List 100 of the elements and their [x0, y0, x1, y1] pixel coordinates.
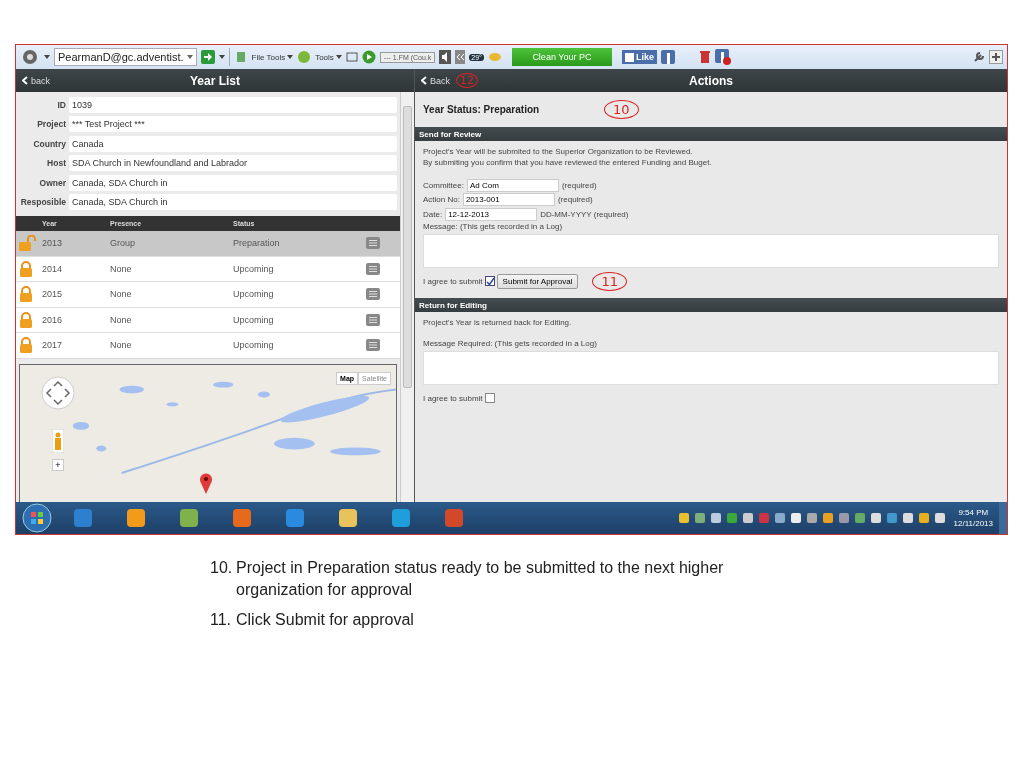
- agree-label: I agree to submit: [423, 276, 483, 286]
- field-value: Canada, SDA Church in: [69, 174, 397, 191]
- message-field[interactable]: [423, 234, 999, 268]
- caret-icon: [335, 54, 342, 60]
- caret-icon: [186, 54, 193, 60]
- input-label: Action No:: [423, 195, 460, 205]
- input-label: Date:: [423, 209, 443, 219]
- table-cell-text: Upcoming: [233, 289, 275, 300]
- tray-icon[interactable]: [790, 513, 801, 523]
- hint-text: (required): [557, 195, 593, 205]
- table-cell-text: Upcoming: [233, 314, 275, 325]
- rewind-icon[interactable]: [455, 50, 466, 64]
- table-cell-text: None: [110, 289, 133, 300]
- tray-icon[interactable]: [742, 513, 753, 523]
- chevron-left-icon: [22, 76, 28, 85]
- window-icon[interactable]: [345, 51, 358, 63]
- message-label: Message: (This gets recorded in a Log): [423, 221, 564, 232]
- field-label: Country: [32, 138, 67, 149]
- list-number: 10.: [210, 558, 234, 578]
- account-dropdown[interactable]: PearmanD@gc.adventist.: [54, 48, 197, 66]
- field-label: Owner: [38, 177, 67, 188]
- tray-icon[interactable]: [870, 513, 881, 523]
- tray-icon[interactable]: [902, 513, 913, 523]
- section-header: Send for Review: [415, 127, 1007, 141]
- clock-time[interactable]: 9:54 PM: [958, 507, 989, 518]
- menu-icon[interactable]: [366, 339, 380, 352]
- hint-text: (required): [561, 180, 597, 190]
- description-text: Project's Year is returned back for Editing.: [423, 318, 573, 329]
- field-label: ID: [56, 99, 67, 110]
- table-cell-text: 2014: [42, 263, 64, 274]
- input-field[interactable]: Ad Com: [466, 178, 559, 192]
- caret-icon: [287, 54, 294, 60]
- menu-icon[interactable]: [366, 262, 380, 275]
- person-figure-icon[interactable]: [52, 428, 64, 453]
- caret-icon[interactable]: [44, 54, 50, 60]
- message-label: Message Required: (This gets recorded in a Log): [423, 338, 598, 349]
- clock-date[interactable]: 12/11/2013: [953, 518, 993, 529]
- agree-label: I agree to submit: [423, 393, 483, 403]
- year-row[interactable]: 2013 Group Preparation: [16, 231, 400, 257]
- year-row[interactable]: 2017 None Upcoming: [16, 333, 400, 359]
- message-field[interactable]: [423, 351, 999, 385]
- list-number: 11.: [210, 610, 233, 630]
- scrollbar[interactable]: [400, 92, 414, 502]
- field-label: Project: [36, 119, 67, 130]
- menu-icon[interactable]: [366, 288, 380, 301]
- submit-button[interactable]: Submit for Approval: [496, 273, 579, 289]
- tray-icon[interactable]: [822, 513, 833, 523]
- pane-title: Year List: [190, 73, 240, 88]
- menu-icon[interactable]: [366, 237, 380, 250]
- field-value: Canada, SDA Church in: [69, 194, 397, 211]
- note-text: Click Submit for approval: [236, 610, 414, 630]
- pan-control-icon[interactable]: [41, 375, 75, 410]
- speaker-icon[interactable]: [439, 50, 452, 64]
- tray-icon[interactable]: [678, 513, 689, 523]
- description-text: By submiting you confirm that you have reviewed the entered Funding and Buget.: [423, 157, 713, 168]
- tray-icon[interactable]: [838, 513, 849, 523]
- arrow-button-icon[interactable]: [200, 50, 215, 64]
- play-icon[interactable]: [361, 50, 376, 64]
- check-icon: [485, 276, 494, 286]
- trash-icon[interactable]: [698, 50, 711, 64]
- back-button[interactable]: back: [22, 75, 50, 86]
- caret-icon[interactable]: [218, 54, 225, 60]
- start-orb-icon[interactable]: [22, 503, 52, 533]
- input-label: Committee:: [423, 180, 464, 190]
- field-value: Canada: [69, 135, 397, 152]
- back-button[interactable]: Back: [421, 75, 450, 86]
- tray-icon[interactable]: [934, 513, 945, 523]
- year-row[interactable]: 2016 None Upcoming: [16, 307, 400, 333]
- tray-icon[interactable]: [710, 513, 721, 523]
- table-cell-text: Group: [110, 238, 136, 249]
- table-cell-text: 2013: [42, 238, 64, 249]
- toolbar-menu[interactable]: File Tools: [251, 52, 294, 62]
- chevron-left-icon: [421, 76, 427, 85]
- input-field[interactable]: 2013-001: [462, 193, 555, 207]
- tray-icon[interactable]: [806, 513, 817, 523]
- toolbar-menu[interactable]: Tools: [315, 52, 342, 62]
- year-status-title: Year Status: Preparation: [423, 104, 541, 115]
- menu-icon[interactable]: [366, 313, 380, 326]
- tray-icon[interactable]: [774, 513, 785, 523]
- input-field[interactable]: 12-12-2013: [445, 207, 538, 221]
- year-row[interactable]: 2015 None Upcoming: [16, 282, 400, 308]
- table-cell-text: None: [110, 340, 133, 351]
- like-button[interactable]: Like: [621, 50, 657, 64]
- tray-icon[interactable]: [918, 513, 929, 523]
- field-label: Host: [46, 158, 67, 169]
- field-value: SDA Church in Newfoundland and Labrador: [69, 155, 397, 172]
- notification-icon[interactable]: [714, 49, 731, 65]
- tray-icon[interactable]: [694, 513, 705, 523]
- table-cell-text: Upcoming: [233, 263, 275, 274]
- agree-checkbox[interactable]: [484, 276, 495, 286]
- add-icon[interactable]: [989, 50, 1003, 64]
- agree-checkbox[interactable]: [484, 393, 495, 403]
- year-row[interactable]: 2014 None Upcoming: [16, 256, 400, 282]
- wrench-icon[interactable]: [973, 51, 985, 63]
- pane-title: Actions: [689, 73, 733, 88]
- tray-icon[interactable]: [854, 513, 865, 523]
- description-text: Project's Year will be submited to the Superior Organization to be Reviewed.: [423, 147, 694, 158]
- map-pin-icon[interactable]: [199, 471, 213, 494]
- field-value: 1039: [69, 96, 397, 113]
- table-cell-text: None: [110, 314, 133, 325]
